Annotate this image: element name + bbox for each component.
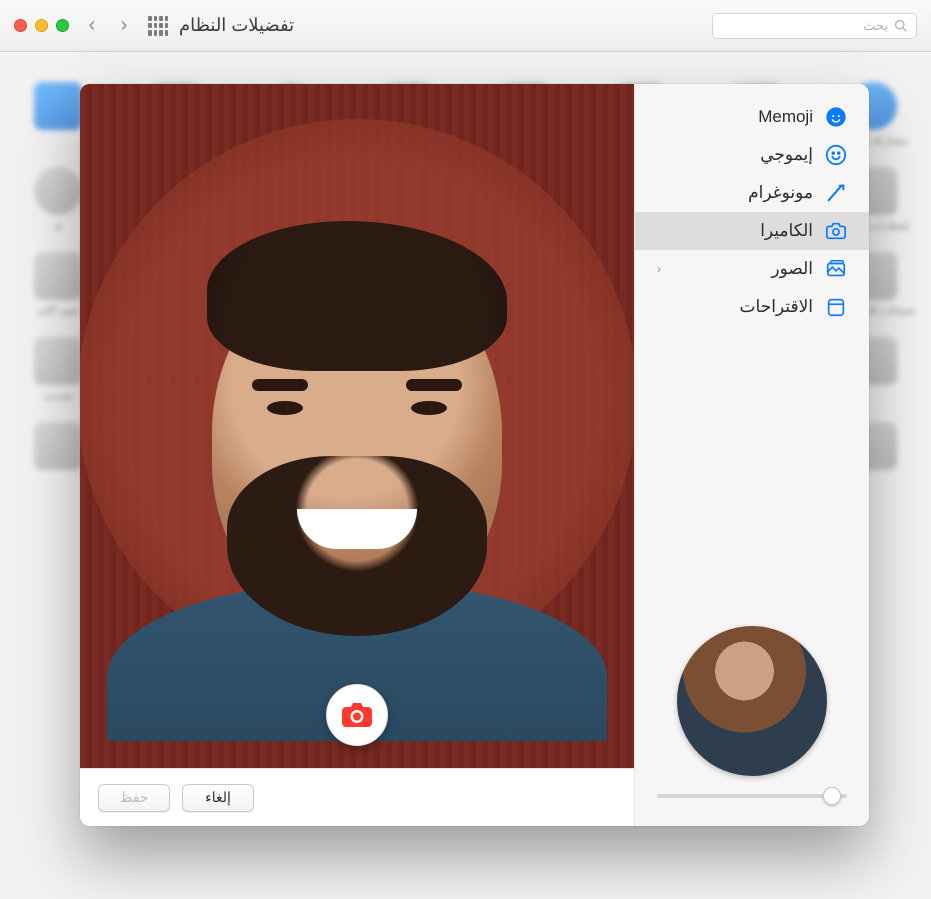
zoom-knob[interactable] <box>823 787 841 805</box>
camera-icon <box>825 220 847 242</box>
current-picture-preview[interactable] <box>677 626 827 776</box>
close-button[interactable] <box>14 19 27 32</box>
memoji-icon <box>825 106 847 128</box>
preview-section <box>635 626 869 812</box>
save-button[interactable]: حفظ <box>98 784 170 812</box>
sidebar-item-label: إيموجي <box>760 145 813 165</box>
camera-subject <box>147 221 567 741</box>
sidebar-item-label: الكاميرا <box>760 221 813 241</box>
sidebar-item-photos[interactable]: الصور ‹ <box>635 250 869 288</box>
photos-icon <box>825 258 847 280</box>
account-picture-sheet: Memoji إيموجي مونوغرام الكاميرا الصور ‹ الاقتر… <box>80 84 869 826</box>
sidebar-item-label: الصور <box>771 259 813 279</box>
source-sidebar: Memoji إيموجي مونوغرام الكاميرا الصور ‹ الاقتر… <box>634 84 869 826</box>
nav-buttons: ‹ › <box>79 14 137 38</box>
nav-back-button[interactable]: ‹ <box>111 14 137 38</box>
camera-icon <box>342 703 372 727</box>
camera-viewfinder <box>80 84 634 768</box>
sidebar-item-label: مونوغرام <box>748 183 813 203</box>
window-title: تفضيلات النظام <box>179 15 294 36</box>
suggestions-icon <box>825 296 847 318</box>
maximize-button[interactable] <box>56 19 69 32</box>
zoom-track <box>657 794 847 798</box>
minimize-button[interactable] <box>35 19 48 32</box>
monogram-icon <box>825 182 847 204</box>
chevron-icon: ‹ <box>657 262 661 276</box>
zoom-slider[interactable] <box>657 794 847 798</box>
sidebar-item-camera[interactable]: الكاميرا <box>635 212 869 250</box>
sidebar-item-label: Memoji <box>758 107 813 127</box>
cancel-button[interactable]: إلغاء <box>182 784 254 812</box>
grid-icon[interactable] <box>147 15 169 37</box>
sidebar-item-memoji[interactable]: Memoji <box>635 98 869 136</box>
window-controls <box>14 19 69 32</box>
sidebar-item-label: الاقتراحات <box>740 297 813 317</box>
main-pane: إلغاء حفظ <box>80 84 634 826</box>
search-icon <box>894 19 908 33</box>
capture-button[interactable] <box>326 684 388 746</box>
sidebar-item-emoji[interactable]: إيموجي <box>635 136 869 174</box>
source-list: Memoji إيموجي مونوغرام الكاميرا الصور ‹ الاقتر… <box>635 98 869 326</box>
sidebar-item-monogram[interactable]: مونوغرام <box>635 174 869 212</box>
search-field[interactable]: بحث <box>712 13 917 39</box>
toolbar: بحث تفضيلات النظام ‹ › <box>0 0 931 52</box>
sidebar-item-suggestions[interactable]: الاقتراحات <box>635 288 869 326</box>
emoji-icon <box>825 144 847 166</box>
search-placeholder: بحث <box>863 18 888 34</box>
sheet-footer: إلغاء حفظ <box>80 768 634 826</box>
nav-forward-button[interactable]: › <box>79 14 105 38</box>
